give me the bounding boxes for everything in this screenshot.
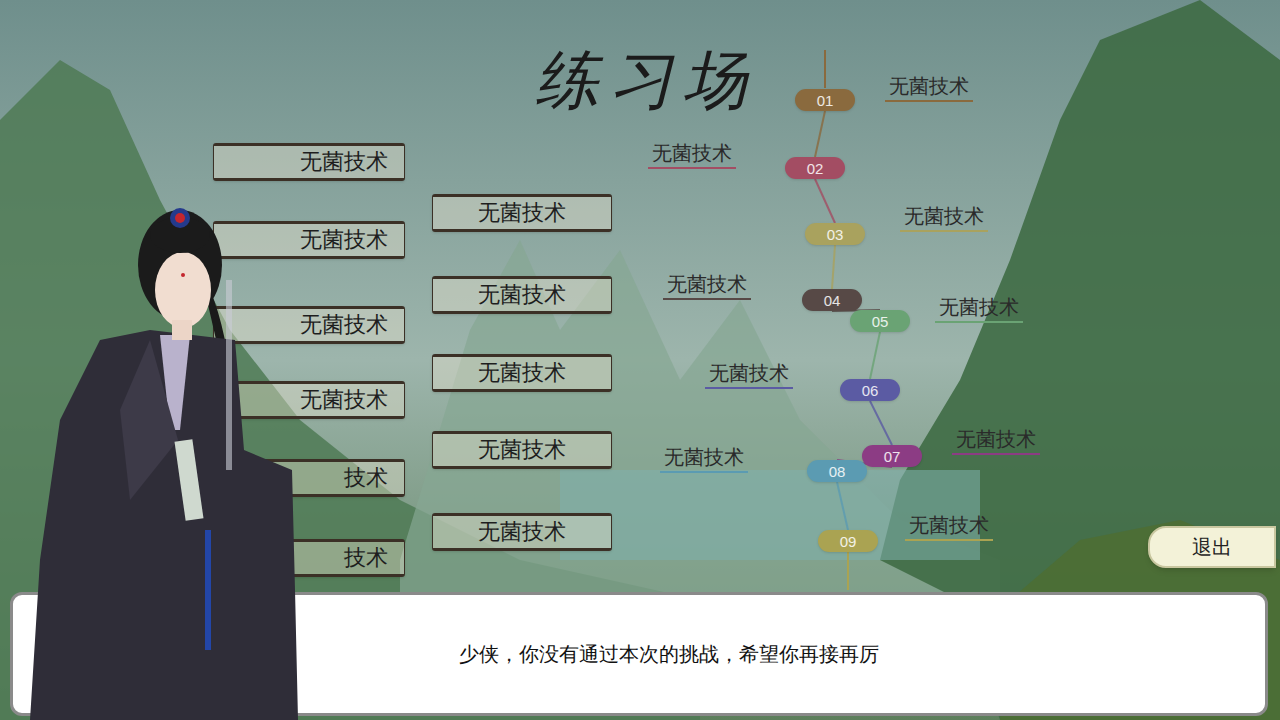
step-number: 03	[827, 227, 844, 242]
step-number: 05	[872, 314, 889, 329]
skill-label: 无菌技术	[300, 229, 388, 251]
skill-button[interactable]: 无菌技术	[213, 381, 405, 419]
page-title: 练习场	[535, 48, 757, 112]
skill-label: 无菌技术	[300, 314, 388, 336]
step-label[interactable]: 无菌技术	[660, 445, 748, 473]
step-label[interactable]: 无菌技术	[905, 513, 993, 541]
step-label[interactable]: 无菌技术	[885, 74, 973, 102]
step-label[interactable]: 无菌技术	[663, 272, 751, 300]
step-node[interactable]: 06	[840, 379, 900, 401]
skill-button[interactable]: 无菌技术	[432, 276, 612, 314]
skill-button[interactable]: 无菌技术	[213, 143, 405, 181]
step-node[interactable]: 08	[807, 460, 867, 482]
step-number: 02	[807, 161, 824, 176]
skill-label: 无菌技术	[300, 151, 388, 173]
step-number: 04	[824, 293, 841, 308]
dialog-text: 少侠，你没有通过本次的挑战，希望你再接再厉	[399, 639, 879, 669]
skill-button[interactable]: 无菌技术	[432, 194, 612, 232]
skill-label: 无菌技术	[478, 362, 566, 384]
skill-label: 无菌技术	[300, 389, 388, 411]
skill-button[interactable]: 无菌技术	[213, 221, 405, 259]
step-node[interactable]: 02	[785, 157, 845, 179]
skill-label: 无菌技术	[478, 284, 566, 306]
skill-label: 无菌技术	[478, 439, 566, 461]
skill-label: 技术	[344, 547, 388, 569]
skill-label: 无菌技术	[478, 521, 566, 543]
step-node[interactable]: 03	[805, 223, 865, 245]
mentor-character	[30, 200, 300, 720]
step-label[interactable]: 无菌技术	[935, 295, 1023, 323]
step-number: 08	[829, 464, 846, 479]
step-node[interactable]: 04	[802, 289, 862, 311]
step-number: 01	[817, 93, 834, 108]
step-number: 07	[884, 449, 901, 464]
skill-button[interactable]: 无菌技术	[213, 306, 405, 344]
step-label[interactable]: 无菌技术	[705, 361, 793, 389]
skill-label: 技术	[344, 467, 388, 489]
step-label[interactable]: 无菌技术	[900, 204, 988, 232]
step-node[interactable]: 05	[850, 310, 910, 332]
step-node[interactable]: 09	[818, 530, 878, 552]
skill-button[interactable]: 无菌技术	[432, 431, 612, 469]
skill-label: 无菌技术	[478, 202, 566, 224]
exit-button[interactable]: 退出	[1148, 526, 1276, 568]
game-screen: 练习场 无菌技术无菌技术无菌技术无菌技术技术技术 无菌技术无菌技术无菌技术无菌技…	[0, 0, 1280, 720]
skill-button[interactable]: 无菌技术	[432, 513, 612, 551]
step-node[interactable]: 07	[862, 445, 922, 467]
step-node[interactable]: 01	[795, 89, 855, 111]
step-label[interactable]: 无菌技术	[648, 141, 736, 169]
step-number: 09	[840, 534, 857, 549]
step-number: 06	[862, 383, 879, 398]
step-label[interactable]: 无菌技术	[952, 427, 1040, 455]
skill-button[interactable]: 无菌技术	[432, 354, 612, 392]
